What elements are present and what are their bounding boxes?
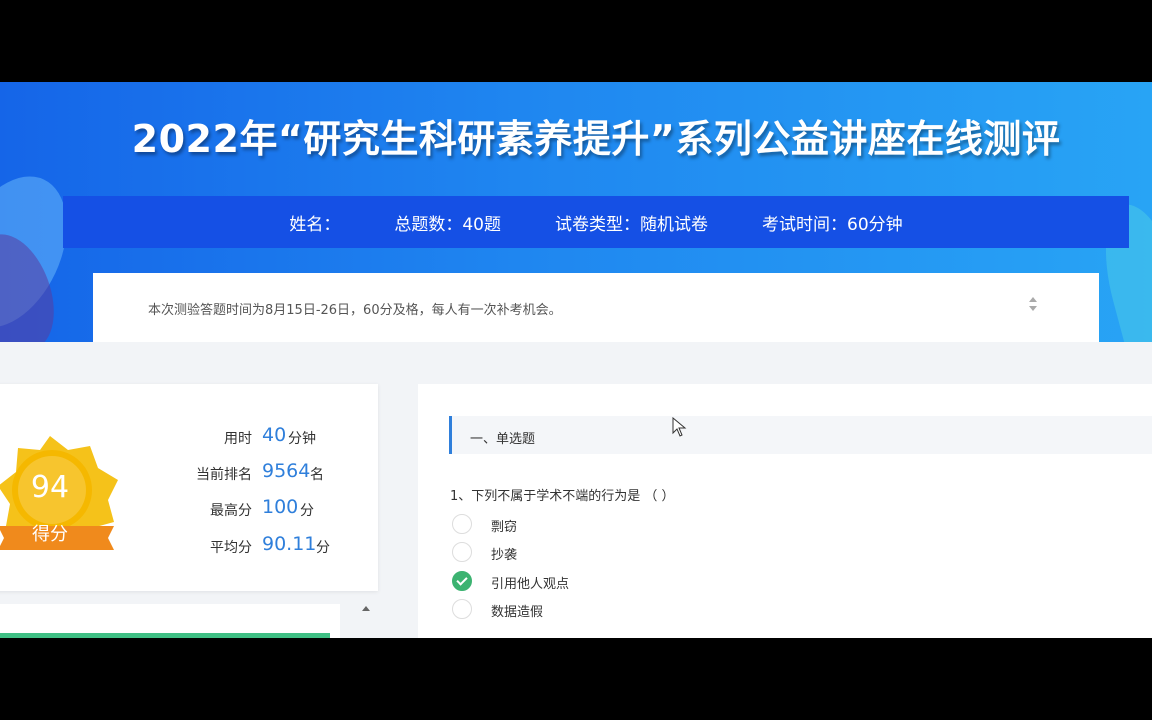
- stat-highest: 最高分 100 分: [140, 494, 380, 522]
- stat-average: 平均分 90.11 分: [140, 531, 380, 559]
- answer-sheet-grid[interactable]: [0, 633, 330, 638]
- score-value: 94: [30, 470, 70, 505]
- question-text: 1、下列不属于学术不端的行为是 （ ）: [450, 489, 675, 504]
- stat-value: 90.11: [262, 533, 317, 555]
- option-label[interactable]: 引用他人观点: [491, 573, 569, 592]
- question-card: 一、单选题 1、下列不属于学术不端的行为是 （ ） 剽窃 抄袭 引用他人观点 数…: [418, 384, 1152, 638]
- radio-button[interactable]: [452, 599, 472, 619]
- option-b[interactable]: 抄袭: [452, 540, 752, 564]
- exam-time: 考试时间：60分钟: [762, 214, 903, 235]
- score-card: 94 得分 用时 40 分钟 当前排名 9564 名 最高分 100 分 平均分…: [0, 384, 378, 591]
- scroll-down-icon[interactable]: [1029, 306, 1037, 311]
- exam-info-bar: 姓名： 总题数：40题 试卷类型：随机试卷 考试时间：60分钟: [63, 196, 1129, 248]
- score-label: 得分: [32, 524, 68, 545]
- stat-time: 用时 40 分钟: [140, 422, 380, 450]
- section-title: 一、单选题: [470, 432, 536, 447]
- stat-unit: 分: [316, 540, 330, 556]
- notice-box: 本次测验答题时间为8月15日-26日，60分及格，每人有一次补考机会。: [93, 273, 1099, 342]
- exam-page: 2022年“研究生科研素养提升”系列公益讲座在线测评 姓名： 总题数：40题 试…: [0, 82, 1152, 638]
- stat-unit: 分钟: [288, 431, 316, 447]
- stat-label: 用时: [224, 431, 252, 447]
- stat-unit: 分: [300, 503, 314, 519]
- option-label[interactable]: 抄袭: [491, 544, 517, 563]
- page-title: 2022年“研究生科研素养提升”系列公益讲座在线测评: [131, 117, 1061, 161]
- option-label[interactable]: 数据造假: [491, 601, 543, 620]
- option-label[interactable]: 剽窃: [491, 516, 517, 535]
- notice-text: 本次测验答题时间为8月15日-26日，60分及格，每人有一次补考机会。: [148, 303, 562, 318]
- radio-button[interactable]: [452, 542, 472, 562]
- check-icon: [456, 574, 468, 586]
- option-d[interactable]: 数据造假: [452, 597, 752, 621]
- radio-button-checked[interactable]: [452, 571, 472, 591]
- stat-value: 40: [262, 424, 287, 446]
- total-questions: 总题数：40题: [394, 214, 501, 235]
- option-a[interactable]: 剽窃: [452, 512, 752, 536]
- header-banner: 2022年“研究生科研素养提升”系列公益讲座在线测评 姓名： 总题数：40题 试…: [0, 82, 1152, 342]
- scroll-up-icon[interactable]: [362, 606, 370, 611]
- stat-value: 9564: [262, 460, 311, 482]
- stat-unit: 名: [310, 467, 324, 483]
- option-c[interactable]: 引用他人观点: [452, 569, 752, 593]
- candidate-name: 姓名：: [289, 214, 341, 235]
- mouse-cursor-icon: [672, 417, 687, 437]
- scroll-up-icon[interactable]: [1029, 297, 1037, 302]
- stat-label: 最高分: [210, 503, 252, 519]
- stat-label: 当前排名: [196, 467, 252, 483]
- stat-label: 平均分: [210, 540, 252, 556]
- radio-button[interactable]: [452, 514, 472, 534]
- stat-rank: 当前排名 9564 名: [140, 458, 380, 486]
- stat-value: 100: [262, 496, 299, 518]
- paper-type: 试卷类型：随机试卷: [555, 214, 708, 235]
- section-header: 一、单选题: [449, 416, 1152, 454]
- notice-scrollbar[interactable]: [1026, 293, 1040, 323]
